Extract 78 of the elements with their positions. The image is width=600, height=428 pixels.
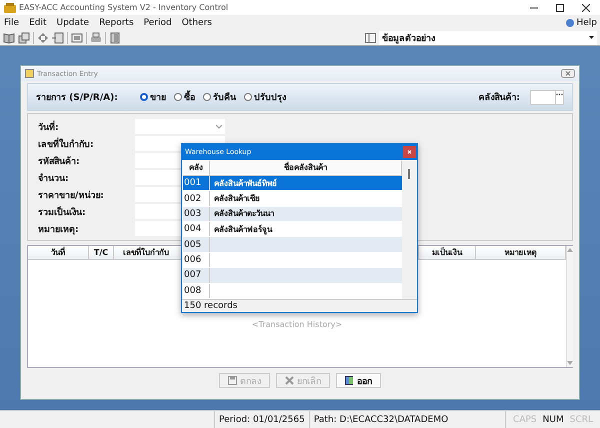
field-label: หมายเหตุ: (38, 224, 80, 236)
period-status: Period: 01/01/2565 (214, 411, 309, 428)
table-cell: 002 (183, 191, 210, 206)
list-row[interactable]: 003 คลังสินค้าตะวันนา (183, 206, 402, 222)
warehouse-label: คลังสินค้า: (478, 91, 520, 104)
record-count: 150 records (182, 299, 417, 312)
table-cell: 005 (183, 237, 210, 252)
maximize-icon[interactable] (556, 4, 564, 12)
scrollbar-thumb[interactable] (408, 169, 410, 179)
path-status: Path: D:\ECACC32\DATADEMO (308, 411, 506, 428)
radio-option[interactable]: ปรับปรุง (244, 90, 286, 104)
scrollbar[interactable] (566, 246, 573, 367)
caret-icon (589, 36, 594, 39)
list-row[interactable]: 005 (183, 237, 402, 253)
list-row[interactable]: 008 (183, 284, 402, 299)
field-label: วันที่: (38, 120, 60, 134)
door-icon[interactable] (109, 32, 121, 44)
table-cell: 001 (183, 176, 210, 190)
table-cell: 006 (183, 252, 210, 268)
scroll-down-icon (567, 361, 573, 365)
window-icon[interactable] (71, 32, 83, 44)
help-icon (566, 18, 574, 26)
document-icon[interactable] (52, 32, 64, 44)
ellipsis-icon (556, 92, 563, 96)
table-cell: 008 (183, 284, 210, 298)
boxes-icon[interactable] (18, 32, 30, 44)
table-cell: 003 (183, 206, 210, 222)
table-cell-text: คลังสินค้าเซีย (213, 193, 261, 206)
company-name: ข้อมูลตัวอย่าง (382, 32, 435, 44)
close-icon[interactable] (582, 4, 590, 12)
table-cell: 007 (183, 268, 210, 283)
column-header: วันที่ (28, 246, 89, 259)
menu-item[interactable]: Others (180, 18, 213, 28)
document-icon (25, 69, 34, 78)
field-label: จำนวน: (38, 172, 70, 184)
menu-item[interactable]: Period (142, 18, 173, 28)
book-icon[interactable] (3, 32, 15, 44)
exit-button[interactable]: ออก (336, 373, 381, 388)
menu-item[interactable]: Update (56, 18, 90, 28)
menu-item[interactable]: Edit (28, 18, 48, 28)
help-menu[interactable]: Help (576, 18, 597, 28)
column-header: มเป็นเงิน (419, 246, 476, 259)
arrows-icon[interactable] (37, 32, 49, 44)
field-label: รวมเป็นเงิน: (38, 205, 87, 218)
table-cell-text: คลังสินค้าพันธ์ทิพย์ (213, 178, 278, 190)
table-cell: 004 (183, 222, 210, 236)
app-logo-icon (4, 2, 16, 12)
printer-icon[interactable] (90, 32, 102, 44)
table-cell-text: คลังสินค้าตะวันนา (213, 208, 275, 220)
table-icon (365, 32, 376, 42)
menu-item[interactable]: File (3, 18, 20, 28)
menu-item[interactable]: Reports (98, 18, 135, 28)
radio-button[interactable] (202, 93, 211, 101)
column-header: คลัง (183, 161, 210, 175)
radio-option[interactable]: รับคืน (202, 90, 236, 104)
radio-button[interactable] (140, 93, 148, 101)
save-icon (228, 376, 237, 385)
company-dropdown[interactable]: ข้อมูลตัวอย่าง (379, 30, 597, 44)
field-label: รหัสสินค้า: (38, 155, 81, 168)
table-cell-text: คลังสินค้าฟอร์จูน (213, 224, 274, 236)
window-title: EASY-ACC Accounting System V2 - Inventory Control (19, 3, 230, 12)
cross-icon (285, 376, 294, 385)
scroll-up-icon (567, 248, 573, 252)
radio-option[interactable]: ขาย (140, 90, 166, 104)
field-label: ราคาขาย/หน่วย: (38, 190, 105, 202)
chevron-icon (216, 124, 222, 128)
radio-button[interactable] (174, 93, 182, 101)
list-row[interactable]: 007 (183, 268, 402, 284)
radio-option[interactable]: ซื้อ (174, 90, 195, 104)
empty-state-text: <Transaction History> (252, 320, 342, 329)
field-label: เลขที่ใบกำกับ: (38, 136, 95, 150)
key-indicator: NUM (542, 414, 565, 424)
door-icon (345, 376, 354, 385)
column-header: T/C (89, 246, 114, 259)
list-row[interactable]: 001 คลังสินค้าพันธ์ทิพย์ (183, 176, 402, 192)
warehouse-field[interactable] (530, 90, 564, 104)
radio-button[interactable] (244, 93, 252, 101)
type-label: รายการ (S/P/R/A): (36, 92, 118, 104)
